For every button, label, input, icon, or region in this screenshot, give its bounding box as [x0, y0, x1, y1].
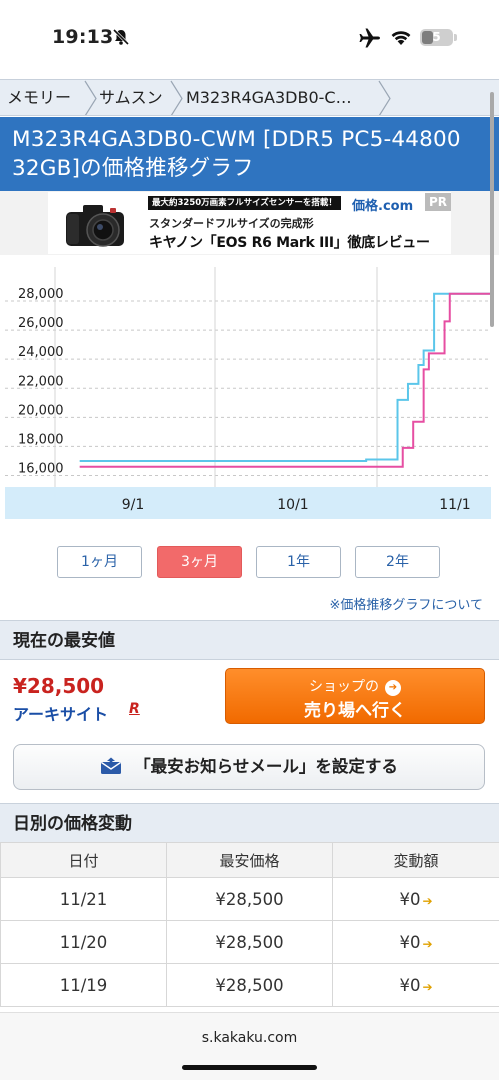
breadcrumb-item-product[interactable]: M323R4GA3DB0-C…: [186, 80, 352, 115]
arrow-right-icon: ➔: [422, 893, 433, 908]
battery-level: 5: [432, 30, 441, 44]
page-title: M323R4GA3DB0-CWM [DDR5 PC5-44800 32GB]の価…: [12, 127, 461, 181]
battery-icon: 5: [420, 29, 453, 46]
range-tab-3-months[interactable]: 3ヶ月: [157, 546, 242, 578]
arrow-right-icon: ➔: [422, 979, 433, 994]
airplane-icon: [359, 28, 380, 48]
breadcrumb-separator-icon: [170, 80, 183, 115]
row-date: 11/20: [0, 920, 167, 964]
row-price: ¥28,500: [166, 963, 333, 1007]
row-change: ¥0 ➔: [332, 963, 499, 1007]
y-tick-label: 16,000: [18, 462, 64, 477]
scrollbar[interactable]: [490, 92, 494, 327]
ad-pr-badge: PR: [425, 193, 451, 211]
kakaku-logo: 価格.com: [352, 199, 414, 214]
daily-price-header: 日別の価格変動: [0, 803, 499, 843]
title-bar: M323R4GA3DB0-CWM [DDR5 PC5-44800 32GB]の価…: [0, 117, 499, 191]
row-date: 11/21: [0, 877, 167, 921]
price-alert-mail-button[interactable]: 「最安お知らせメール」を設定する: [13, 744, 485, 790]
x-tick-label: 11/1: [439, 497, 470, 513]
arrow-right-icon: ➔: [385, 680, 401, 696]
lowest-price-heading: 現在の最安値: [13, 631, 115, 651]
mail-icon: [101, 757, 122, 774]
row-date: 11/19: [0, 963, 167, 1007]
graph-about-link[interactable]: ※価格推移グラフについて: [329, 594, 483, 613]
y-tick-label: 18,000: [18, 432, 64, 447]
y-tick-label: 22,000: [18, 374, 64, 389]
breadcrumb-item-memory[interactable]: メモリー: [7, 80, 71, 115]
camera-image-icon: [66, 205, 124, 247]
range-tab-1-month[interactable]: 1ヶ月: [57, 546, 142, 578]
battery-tip: [454, 34, 457, 41]
home-indicator[interactable]: [182, 1065, 317, 1070]
price-chart-svg: 16,000 18,000 20,000 22,000 24,000 26,000 28,0…: [5, 267, 491, 519]
y-tick-label: 24,000: [18, 345, 64, 360]
row-change-value: ¥0: [399, 932, 421, 952]
shop-name-link[interactable]: アーキサイト: [13, 701, 108, 725]
lowest-price-header: 現在の最安値: [0, 620, 499, 660]
x-axis-band: [5, 487, 491, 519]
shop-button-line1: ショップの: [309, 679, 379, 695]
range-tab-1-year[interactable]: 1年: [256, 546, 341, 578]
lowest-price-value: ¥28,500: [13, 674, 105, 698]
breadcrumb-item-samsung[interactable]: サムスン: [99, 80, 163, 115]
breadcrumb-separator-icon: [84, 80, 97, 115]
column-header-date: 日付: [0, 842, 167, 878]
daily-price-table: 日付 最安価格 変動額 11/21 ¥28,500 ¥0 ➔ 11/20 ¥28,…: [0, 842, 499, 1007]
table-row: 11/21 ¥28,500 ¥0 ➔: [0, 877, 499, 921]
row-change-value: ¥0: [399, 975, 421, 995]
breadcrumb-separator-icon: [378, 80, 391, 115]
column-header-lowest-price: 最安価格: [166, 842, 333, 878]
ad-tag: 最大約3250万画素フルサイズセンサーを搭載！: [148, 196, 341, 210]
y-tick-label: 26,000: [18, 316, 64, 331]
url-text: s.kakaku.com: [201, 1030, 298, 1046]
mail-button-label: 「最安お知らせメール」を設定する: [134, 757, 398, 776]
ad-area: 最大約3250万画素フルサイズセンサーを搭載！ スタンダードフルサイズの完成形 …: [0, 191, 499, 255]
row-price: ¥28,500: [166, 920, 333, 964]
row-change: ¥0 ➔: [332, 920, 499, 964]
go-to-shop-button[interactable]: ショップの ➔ 売り場へ行く: [225, 668, 485, 724]
y-tick-label: 20,000: [18, 403, 64, 418]
table-row: 11/19 ¥28,500 ¥0 ➔: [0, 963, 499, 1007]
shop-button-line2: 売り場へ行く: [304, 701, 406, 721]
daily-price-heading: 日別の価格変動: [13, 814, 132, 834]
x-tick-label: 10/1: [277, 497, 308, 513]
arrow-right-icon: ➔: [422, 936, 433, 951]
ad-headline: キヤノン「EOS R6 Mark III」徹底レビュー: [149, 235, 430, 251]
price-history-chart: 16,000 18,000 20,000 22,000 24,000 26,000 28,0…: [0, 255, 499, 520]
column-header-change: 変動額: [332, 842, 499, 878]
ad-subtitle: スタンダードフルサイズの完成形: [149, 217, 314, 230]
status-bar: 19:13 5: [0, 0, 499, 76]
wifi-icon: [391, 31, 411, 45]
table-header-row: 日付 最安価格 変動額: [0, 842, 499, 878]
status-time: 19:13: [52, 26, 114, 48]
ad-banner[interactable]: 最大約3250万画素フルサイズセンサーを搭載！ スタンダードフルサイズの完成形 …: [48, 192, 451, 254]
x-tick-label: 9/1: [122, 497, 145, 513]
row-price: ¥28,500: [166, 877, 333, 921]
breadcrumb: メモリー サムスン M323R4GA3DB0-C…: [0, 79, 499, 116]
table-row: 11/20 ¥28,500 ¥0 ➔: [0, 920, 499, 964]
row-change-value: ¥0: [399, 889, 421, 909]
y-tick-label: 28,000: [18, 287, 64, 302]
row-change: ¥0 ➔: [332, 877, 499, 921]
page-root: 19:13 5 メモリー サムスン M323R4GA3DB0-C… M323R4…: [0, 0, 499, 1080]
bell-muted-icon: [112, 28, 130, 46]
shop-mark[interactable]: R: [129, 701, 140, 717]
range-tab-2-years[interactable]: 2年: [355, 546, 440, 578]
